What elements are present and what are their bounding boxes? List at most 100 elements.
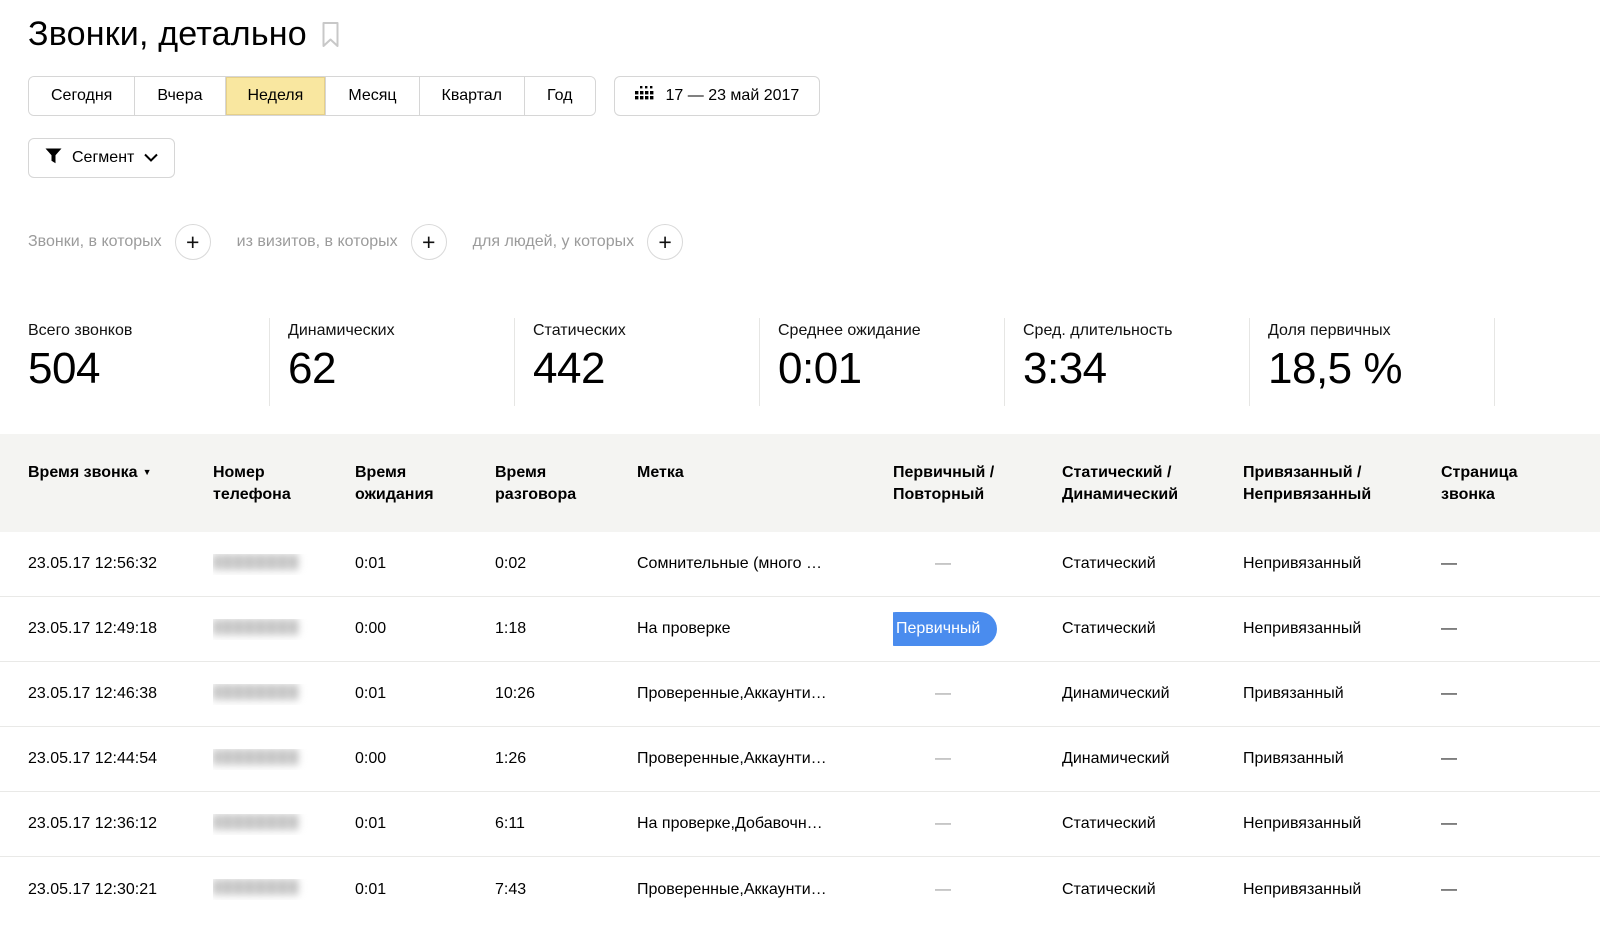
stat-value: 3:34 xyxy=(1023,344,1249,394)
table-row[interactable]: 23.05.17 12:30:21 0:01 7:43 Проверенные,… xyxy=(0,857,1600,922)
cell-call-time: 23.05.17 12:30:21 xyxy=(28,881,213,899)
cell-bound: Непривязанный xyxy=(1243,881,1441,899)
cell-tag: Сомнительные (много … xyxy=(637,555,893,573)
col-header-tag[interactable]: Метка xyxy=(637,462,893,484)
cell-call-time: 23.05.17 12:36:12 xyxy=(28,815,213,833)
col-header-wait-time[interactable]: Время ожидания xyxy=(355,462,495,505)
cell-primary: — xyxy=(893,881,951,899)
stat-label: Среднее ожидание xyxy=(778,322,1004,340)
cell-wait-time: 0:01 xyxy=(355,815,495,833)
cell-call-page: — xyxy=(1441,620,1570,638)
stat-avg-duration: Сред. длительность 3:34 xyxy=(1005,318,1250,406)
stat-label: Доля первичных xyxy=(1268,322,1494,340)
segment-label: Сегмент xyxy=(72,149,134,167)
col-header-static[interactable]: Статический / Динамический xyxy=(1062,462,1243,505)
cell-static-dynamic: Динамический xyxy=(1062,685,1243,703)
cell-call-time: 23.05.17 12:44:54 xyxy=(28,750,213,768)
table-row[interactable]: 23.05.17 12:36:12 0:01 6:11 На проверке,… xyxy=(0,792,1600,857)
stat-first-time-share: Доля первичных 18,5 % xyxy=(1250,318,1495,406)
cell-static-dynamic: Статический xyxy=(1062,620,1243,638)
cell-call-page: — xyxy=(1441,881,1570,899)
stat-dynamic: Динамических 62 xyxy=(270,318,515,406)
phone-number-redacted xyxy=(213,814,299,830)
cell-wait-time: 0:00 xyxy=(355,750,495,768)
calls-table: Время звонка ▼ Номер телефона Время ожида… xyxy=(0,434,1600,922)
cell-bound: Непривязанный xyxy=(1243,555,1441,573)
table-row[interactable]: 23.05.17 12:56:32 0:01 0:02 Сомнительные… xyxy=(0,532,1600,597)
cell-talk-time: 0:02 xyxy=(495,555,637,573)
stat-label: Сред. длительность xyxy=(1023,322,1249,340)
cell-wait-time: 0:01 xyxy=(355,881,495,899)
cell-tag: Проверенные,Аккаунти… xyxy=(637,750,893,768)
table-row[interactable]: 23.05.17 12:49:18 0:00 1:18 На проверке … xyxy=(0,597,1600,662)
cell-bound: Привязанный xyxy=(1243,685,1441,703)
summary-stats: Всего звонков 504 Динамических 62 Статич… xyxy=(28,318,1600,406)
chevron-down-icon xyxy=(144,149,158,167)
cell-primary: — xyxy=(893,555,951,573)
filter-label-calls: Звонки, в которых xyxy=(28,233,162,251)
tab-yesterday[interactable]: Вчера xyxy=(134,77,224,115)
cell-call-page: — xyxy=(1441,815,1570,833)
col-header-label: Время звонка xyxy=(28,464,138,481)
funnel-icon xyxy=(45,148,62,169)
date-range-picker[interactable]: 17 — 23 май 2017 xyxy=(614,76,821,116)
cell-static-dynamic: Статический xyxy=(1062,881,1243,899)
col-header-talk-time[interactable]: Время разговора xyxy=(495,462,637,505)
cell-call-page: — xyxy=(1441,555,1570,573)
filter-label-visits: из визитов, в которых xyxy=(237,233,398,251)
cell-wait-time: 0:00 xyxy=(355,620,495,638)
cell-static-dynamic: Статический xyxy=(1062,815,1243,833)
col-header-primary[interactable]: Первичный / Повторный xyxy=(893,462,1062,505)
tab-today[interactable]: Сегодня xyxy=(29,77,134,115)
stat-value: 62 xyxy=(288,344,514,394)
segment-button[interactable]: Сегмент xyxy=(28,138,175,178)
cell-talk-time: 7:43 xyxy=(495,881,637,899)
cell-tag: На проверке,Добавочн… xyxy=(637,815,893,833)
phone-number-redacted xyxy=(213,749,299,765)
cell-wait-time: 0:01 xyxy=(355,555,495,573)
cell-talk-time: 10:26 xyxy=(495,685,637,703)
cell-tag: Проверенные,Аккаунти… xyxy=(637,881,893,899)
tab-quarter[interactable]: Квартал xyxy=(419,77,524,115)
calendar-grid-icon xyxy=(635,86,654,107)
add-call-filter-button[interactable]: + xyxy=(175,224,211,260)
cell-call-time: 23.05.17 12:46:38 xyxy=(28,685,213,703)
col-header-phone[interactable]: Номер телефона xyxy=(213,462,355,505)
stat-total-calls: Всего звонков 504 xyxy=(28,318,270,406)
cell-bound: Непривязанный xyxy=(1243,620,1441,638)
primary-badge: Первичный xyxy=(893,612,997,646)
tab-week[interactable]: Неделя xyxy=(225,77,326,115)
cell-talk-time: 1:18 xyxy=(495,620,637,638)
phone-number-redacted xyxy=(213,684,299,700)
cell-primary: — xyxy=(893,685,951,703)
date-range-label: 17 — 23 май 2017 xyxy=(666,87,800,105)
add-visit-filter-button[interactable]: + xyxy=(411,224,447,260)
stat-value: 0:01 xyxy=(778,344,1004,394)
stat-label: Динамических xyxy=(288,322,514,340)
col-header-call-time[interactable]: Время звонка ▼ xyxy=(28,462,213,484)
tab-year[interactable]: Год xyxy=(524,77,594,115)
table-row[interactable]: 23.05.17 12:46:38 0:01 10:26 Проверенные… xyxy=(0,662,1600,727)
phone-number-redacted xyxy=(213,879,299,895)
filter-builder: Звонки, в которых + из визитов, в которы… xyxy=(28,224,1600,260)
sort-desc-icon: ▼ xyxy=(143,467,152,477)
col-header-bound[interactable]: Привязанный / Непривязанный xyxy=(1243,462,1441,505)
stat-value: 504 xyxy=(28,344,269,394)
phone-number-redacted xyxy=(213,554,299,570)
page-header: Звонки, детально xyxy=(0,0,1600,56)
cell-call-time: 23.05.17 12:56:32 xyxy=(28,555,213,573)
col-header-call-page[interactable]: Страница звонка xyxy=(1441,462,1570,505)
tab-month[interactable]: Месяц xyxy=(325,77,418,115)
cell-static-dynamic: Статический xyxy=(1062,555,1243,573)
calls-table-header: Время звонка ▼ Номер телефона Время ожида… xyxy=(0,434,1600,532)
cell-call-time: 23.05.17 12:49:18 xyxy=(28,620,213,638)
cell-tag: На проверке xyxy=(637,620,893,638)
cell-bound: Непривязанный xyxy=(1243,815,1441,833)
cell-primary: — xyxy=(893,750,951,768)
add-people-filter-button[interactable]: + xyxy=(647,224,683,260)
table-row[interactable]: 23.05.17 12:44:54 0:00 1:26 Проверенные,… xyxy=(0,727,1600,792)
bookmark-icon[interactable] xyxy=(321,21,340,53)
cell-call-page: — xyxy=(1441,685,1570,703)
page-title: Звонки, детально xyxy=(28,15,307,54)
cell-wait-time: 0:01 xyxy=(355,685,495,703)
